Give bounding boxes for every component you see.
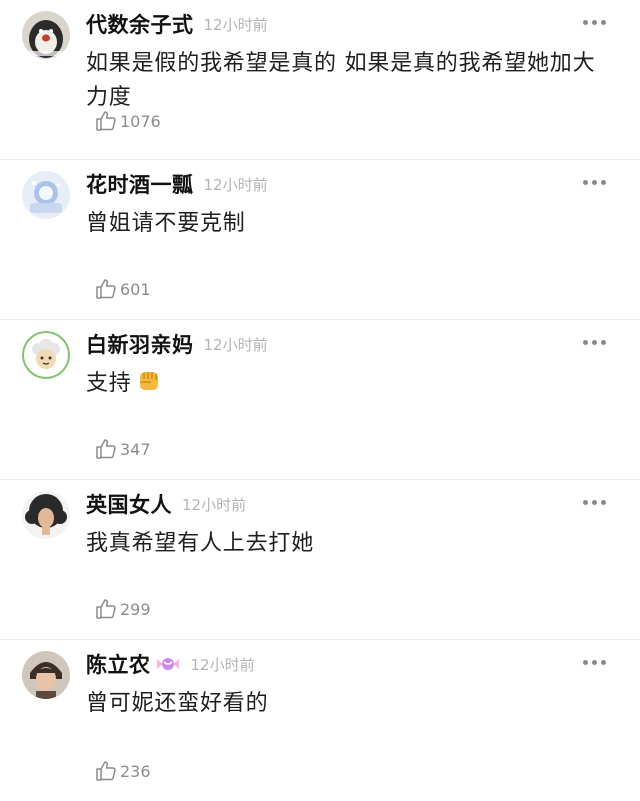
thumbs-up-icon <box>96 761 116 781</box>
avatar[interactable] <box>22 491 70 539</box>
username[interactable]: 代数余子式 <box>86 9 194 39</box>
comment-item: 陈立农 12小时前 曾可妮还蛮好看的 236 <box>0 640 640 801</box>
like-button[interactable]: 299 <box>94 597 151 621</box>
comment-text: 曾可妮还蛮好看的 <box>86 691 269 716</box>
comment-item: 花时酒一瓢 12小时前 曾姐请不要克制 601 <box>0 160 640 320</box>
thumbs-up-icon <box>96 279 116 299</box>
avatar[interactable] <box>22 651 70 699</box>
portrait-avatar-icon <box>22 651 70 699</box>
cartoon-sheep-avatar-icon <box>22 331 70 379</box>
comment-header: 花时酒一瓢 12小时前 <box>86 170 268 198</box>
comment-header: 代数余子式 12小时前 <box>86 10 268 38</box>
username[interactable]: 花时酒一瓢 <box>86 169 194 199</box>
like-button[interactable]: 601 <box>94 277 151 301</box>
more-dots-icon[interactable] <box>579 656 610 669</box>
avatar[interactable] <box>22 331 70 379</box>
comment-text-content: 支持 <box>86 371 132 396</box>
avatar[interactable] <box>22 171 70 219</box>
raised-fist-emoji <box>139 372 158 390</box>
like-button[interactable]: 1076 <box>94 109 161 133</box>
comment-text: 我真希望有人上去打她 <box>86 531 315 556</box>
thumbs-up-icon <box>96 599 116 619</box>
comment-item: 白新羽亲妈 12小时前 支持 347 <box>0 320 640 480</box>
snowy-avatar-icon <box>22 171 70 219</box>
username[interactable]: 陈立农 <box>86 649 151 679</box>
more-dots-icon[interactable] <box>579 336 610 349</box>
like-button[interactable]: 347 <box>94 437 151 461</box>
like-button[interactable]: 236 <box>94 759 151 783</box>
timestamp: 12小时前 <box>203 15 268 34</box>
comment-text: 曾姐请不要克制 <box>86 211 246 236</box>
comment-text: 支持 <box>86 367 600 401</box>
more-dots-icon[interactable] <box>579 496 610 509</box>
timestamp: 12小时前 <box>203 335 268 354</box>
timestamp: 12小时前 <box>190 655 255 674</box>
comment-header: 陈立农 12小时前 <box>86 650 255 678</box>
comment-item: 代数余子式 12小时前 如果是假的我希望是真的 如果是真的我希望她加大力度 10… <box>0 0 640 160</box>
like-count: 347 <box>120 439 151 459</box>
like-count: 299 <box>120 599 151 619</box>
like-count: 236 <box>120 761 151 781</box>
more-dots-icon[interactable] <box>579 176 610 189</box>
username[interactable]: 白新羽亲妈 <box>86 329 194 359</box>
like-count: 1076 <box>120 111 161 131</box>
timestamp: 12小时前 <box>182 495 247 514</box>
thumbs-up-icon <box>96 111 116 131</box>
comment-list: 代数余子式 12小时前 如果是假的我希望是真的 如果是真的我希望她加大力度 10… <box>0 0 640 801</box>
comment-header: 英国女人 12小时前 <box>86 490 246 518</box>
like-count: 601 <box>120 279 151 299</box>
thumbs-up-icon <box>96 439 116 459</box>
comment-header: 白新羽亲妈 12小时前 <box>86 330 268 358</box>
username[interactable]: 英国女人 <box>86 489 172 519</box>
curly-hair-avatar-icon <box>22 491 70 539</box>
candy-badge-icon <box>156 658 179 670</box>
timestamp: 12小时前 <box>203 175 268 194</box>
comment-item: 英国女人 12小时前 我真希望有人上去打她 299 <box>0 480 640 640</box>
avatar[interactable] <box>22 11 70 59</box>
penguin-avatar-icon <box>22 11 70 59</box>
comment-text: 如果是假的我希望是真的 如果是真的我希望她加大力度 <box>86 51 596 110</box>
more-dots-icon[interactable] <box>579 16 610 29</box>
